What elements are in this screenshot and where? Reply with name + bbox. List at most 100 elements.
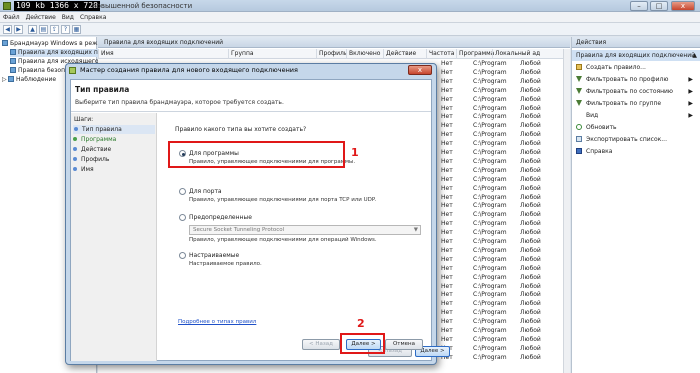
dialog-close-button[interactable]: x — [408, 65, 432, 75]
actions-section-inbound[interactable]: Правила для входящих подключений ▲ — [572, 50, 700, 61]
firewall-icon — [2, 40, 8, 46]
row-frequency-cell: Нет — [441, 327, 453, 334]
predefined-rules-select[interactable]: Secure Socket Tunneling Protocol ▼ — [189, 225, 421, 235]
menu-action[interactable]: Действие — [23, 12, 59, 23]
row-program-cell: C:\Program — [473, 246, 507, 254]
maximize-button[interactable]: □ — [650, 1, 668, 11]
column-header-profile[interactable]: Профиль — [316, 49, 347, 59]
row-program-cell: C:\Program — [473, 300, 507, 308]
action-export[interactable]: Экспортировать список... — [576, 135, 667, 144]
column-header-program[interactable]: Программа — [456, 49, 494, 59]
row-frequency-cell: Нет — [441, 60, 453, 67]
security-rules-icon — [10, 67, 16, 73]
column-header-frequency[interactable]: Частота — [426, 49, 456, 59]
row-program-cell: C:\Program — [473, 229, 507, 237]
close-window-button[interactable]: x — [671, 1, 695, 11]
export-icon — [576, 136, 582, 142]
row-local-address-cell: Любой — [520, 175, 541, 183]
show-tree-icon[interactable]: ▤ — [39, 25, 48, 34]
annotation-number-2: 2 — [357, 317, 365, 330]
row-program-cell: C:\Program — [473, 264, 507, 272]
outbound-rules-icon — [10, 58, 16, 64]
row-program-cell: C:\Program — [473, 60, 507, 67]
action-help[interactable]: Справка — [576, 147, 612, 156]
forward-icon[interactable]: ▶ — [14, 25, 23, 34]
minimize-button[interactable]: – — [630, 1, 648, 11]
row-local-address-cell: Любой — [520, 309, 541, 317]
row-local-address-cell: Любой — [520, 77, 541, 85]
row-local-address-cell: Любой — [520, 193, 541, 201]
row-local-address-cell: Любой — [520, 211, 541, 219]
up-folder-icon[interactable]: ▲ — [28, 25, 37, 34]
row-local-address-cell: Любой — [520, 353, 541, 361]
wizard-icon — [69, 67, 76, 74]
radio-custom[interactable] — [179, 252, 186, 259]
title-bar: 109 kb 1366 x 728 повышенной безопасност… — [0, 0, 700, 12]
row-frequency-cell: Нет — [441, 264, 453, 272]
row-program-cell: C:\Program — [473, 327, 507, 334]
radio-port[interactable] — [179, 188, 186, 195]
resolution-badge: 109 kb 1366 x 728 — [14, 1, 100, 11]
column-header-action[interactable]: Действие — [383, 49, 426, 59]
dialog-title-bar[interactable]: Мастер создания правила для нового входя… — [66, 64, 436, 77]
new-rule-wizard-dialog: Мастер создания правила для нового входя… — [65, 63, 450, 365]
tree-item-inbound[interactable]: Правила для входящих по — [10, 49, 102, 57]
annotation-number-1: 1 — [351, 146, 359, 159]
row-program-cell: C:\Program — [473, 211, 507, 219]
action-view[interactable]: Вид ▶ — [576, 111, 697, 120]
menu-view[interactable]: Вид — [59, 12, 77, 23]
back-icon[interactable]: ◀ — [3, 25, 12, 34]
column-header-name[interactable]: Имя — [98, 49, 228, 59]
submenu-arrow-icon: ▶ — [688, 100, 693, 107]
row-frequency-cell: Нет — [441, 95, 453, 103]
column-header-local-address[interactable]: Локальный ад — [492, 49, 562, 59]
action-new-rule[interactable]: Создать правило... — [576, 63, 646, 72]
tree-item-firewall[interactable]: Брандмауэр Windows в режим — [2, 40, 106, 48]
highlight-box-next-button — [340, 333, 385, 354]
step-bullet-icon — [73, 167, 77, 171]
row-frequency-cell: Нет — [441, 157, 453, 165]
radio-predefined[interactable] — [179, 214, 186, 221]
row-local-address-cell: Любой — [520, 238, 541, 245]
console-icon[interactable]: ▦ — [72, 25, 81, 34]
row-program-cell: C:\Program — [473, 202, 507, 210]
step-bullet-icon — [73, 147, 77, 151]
row-program-cell: C:\Program — [473, 193, 507, 201]
row-local-address-cell: Любой — [520, 318, 541, 326]
collapse-arrow-icon[interactable]: ▲ — [692, 50, 697, 61]
step-profile: Профиль — [73, 155, 109, 164]
tree-item-monitoring[interactable]: ▷ Наблюдение — [2, 76, 56, 84]
step-name: Имя — [73, 165, 94, 174]
export-list-icon[interactable]: ⇪ — [50, 25, 59, 34]
inbound-rules-icon — [10, 49, 16, 55]
row-local-address-cell: Любой — [520, 184, 541, 192]
row-local-address-cell: Любой — [520, 291, 541, 299]
row-local-address-cell: Любой — [520, 122, 541, 130]
row-program-cell: C:\Program — [473, 184, 507, 192]
column-header-group[interactable]: Группа — [228, 49, 316, 59]
row-frequency-cell: Нет — [441, 86, 453, 94]
row-local-address-cell: Любой — [520, 344, 541, 352]
row-program-cell: C:\Program — [473, 282, 507, 290]
row-frequency-cell: Нет — [441, 300, 453, 308]
dialog-heading: Тип правила — [75, 85, 130, 94]
help-icon[interactable]: ? — [61, 25, 70, 34]
row-program-cell: C:\Program — [473, 344, 507, 352]
row-local-address-cell: Любой — [520, 157, 541, 165]
step-bullet-icon — [74, 127, 78, 131]
column-header-enabled[interactable]: Включено — [346, 49, 383, 59]
row-program-cell: C:\Program — [473, 309, 507, 317]
cancel-button[interactable]: Отмена — [385, 339, 423, 350]
row-local-address-cell: Любой — [520, 60, 541, 67]
wizard-steps: Шаги: Тип правила Программа Действие Про… — [71, 113, 157, 361]
back-button-footer[interactable]: < Назад — [302, 339, 340, 350]
rule-types-help-link[interactable]: Подробнее о типах правил — [178, 319, 256, 325]
submenu-arrow-icon: ▶ — [688, 112, 693, 119]
action-refresh[interactable]: Обновить — [576, 123, 616, 132]
menu-file[interactable]: Файл — [0, 12, 23, 23]
row-program-cell: C:\Program — [473, 353, 507, 361]
action-filter-state[interactable]: Фильтровать по состоянию ▶ — [576, 87, 697, 96]
action-filter-profile[interactable]: Фильтровать по профилю ▶ — [576, 75, 697, 84]
action-filter-group[interactable]: Фильтровать по группе ▶ — [576, 99, 697, 108]
menu-help[interactable]: Справка — [77, 12, 109, 23]
